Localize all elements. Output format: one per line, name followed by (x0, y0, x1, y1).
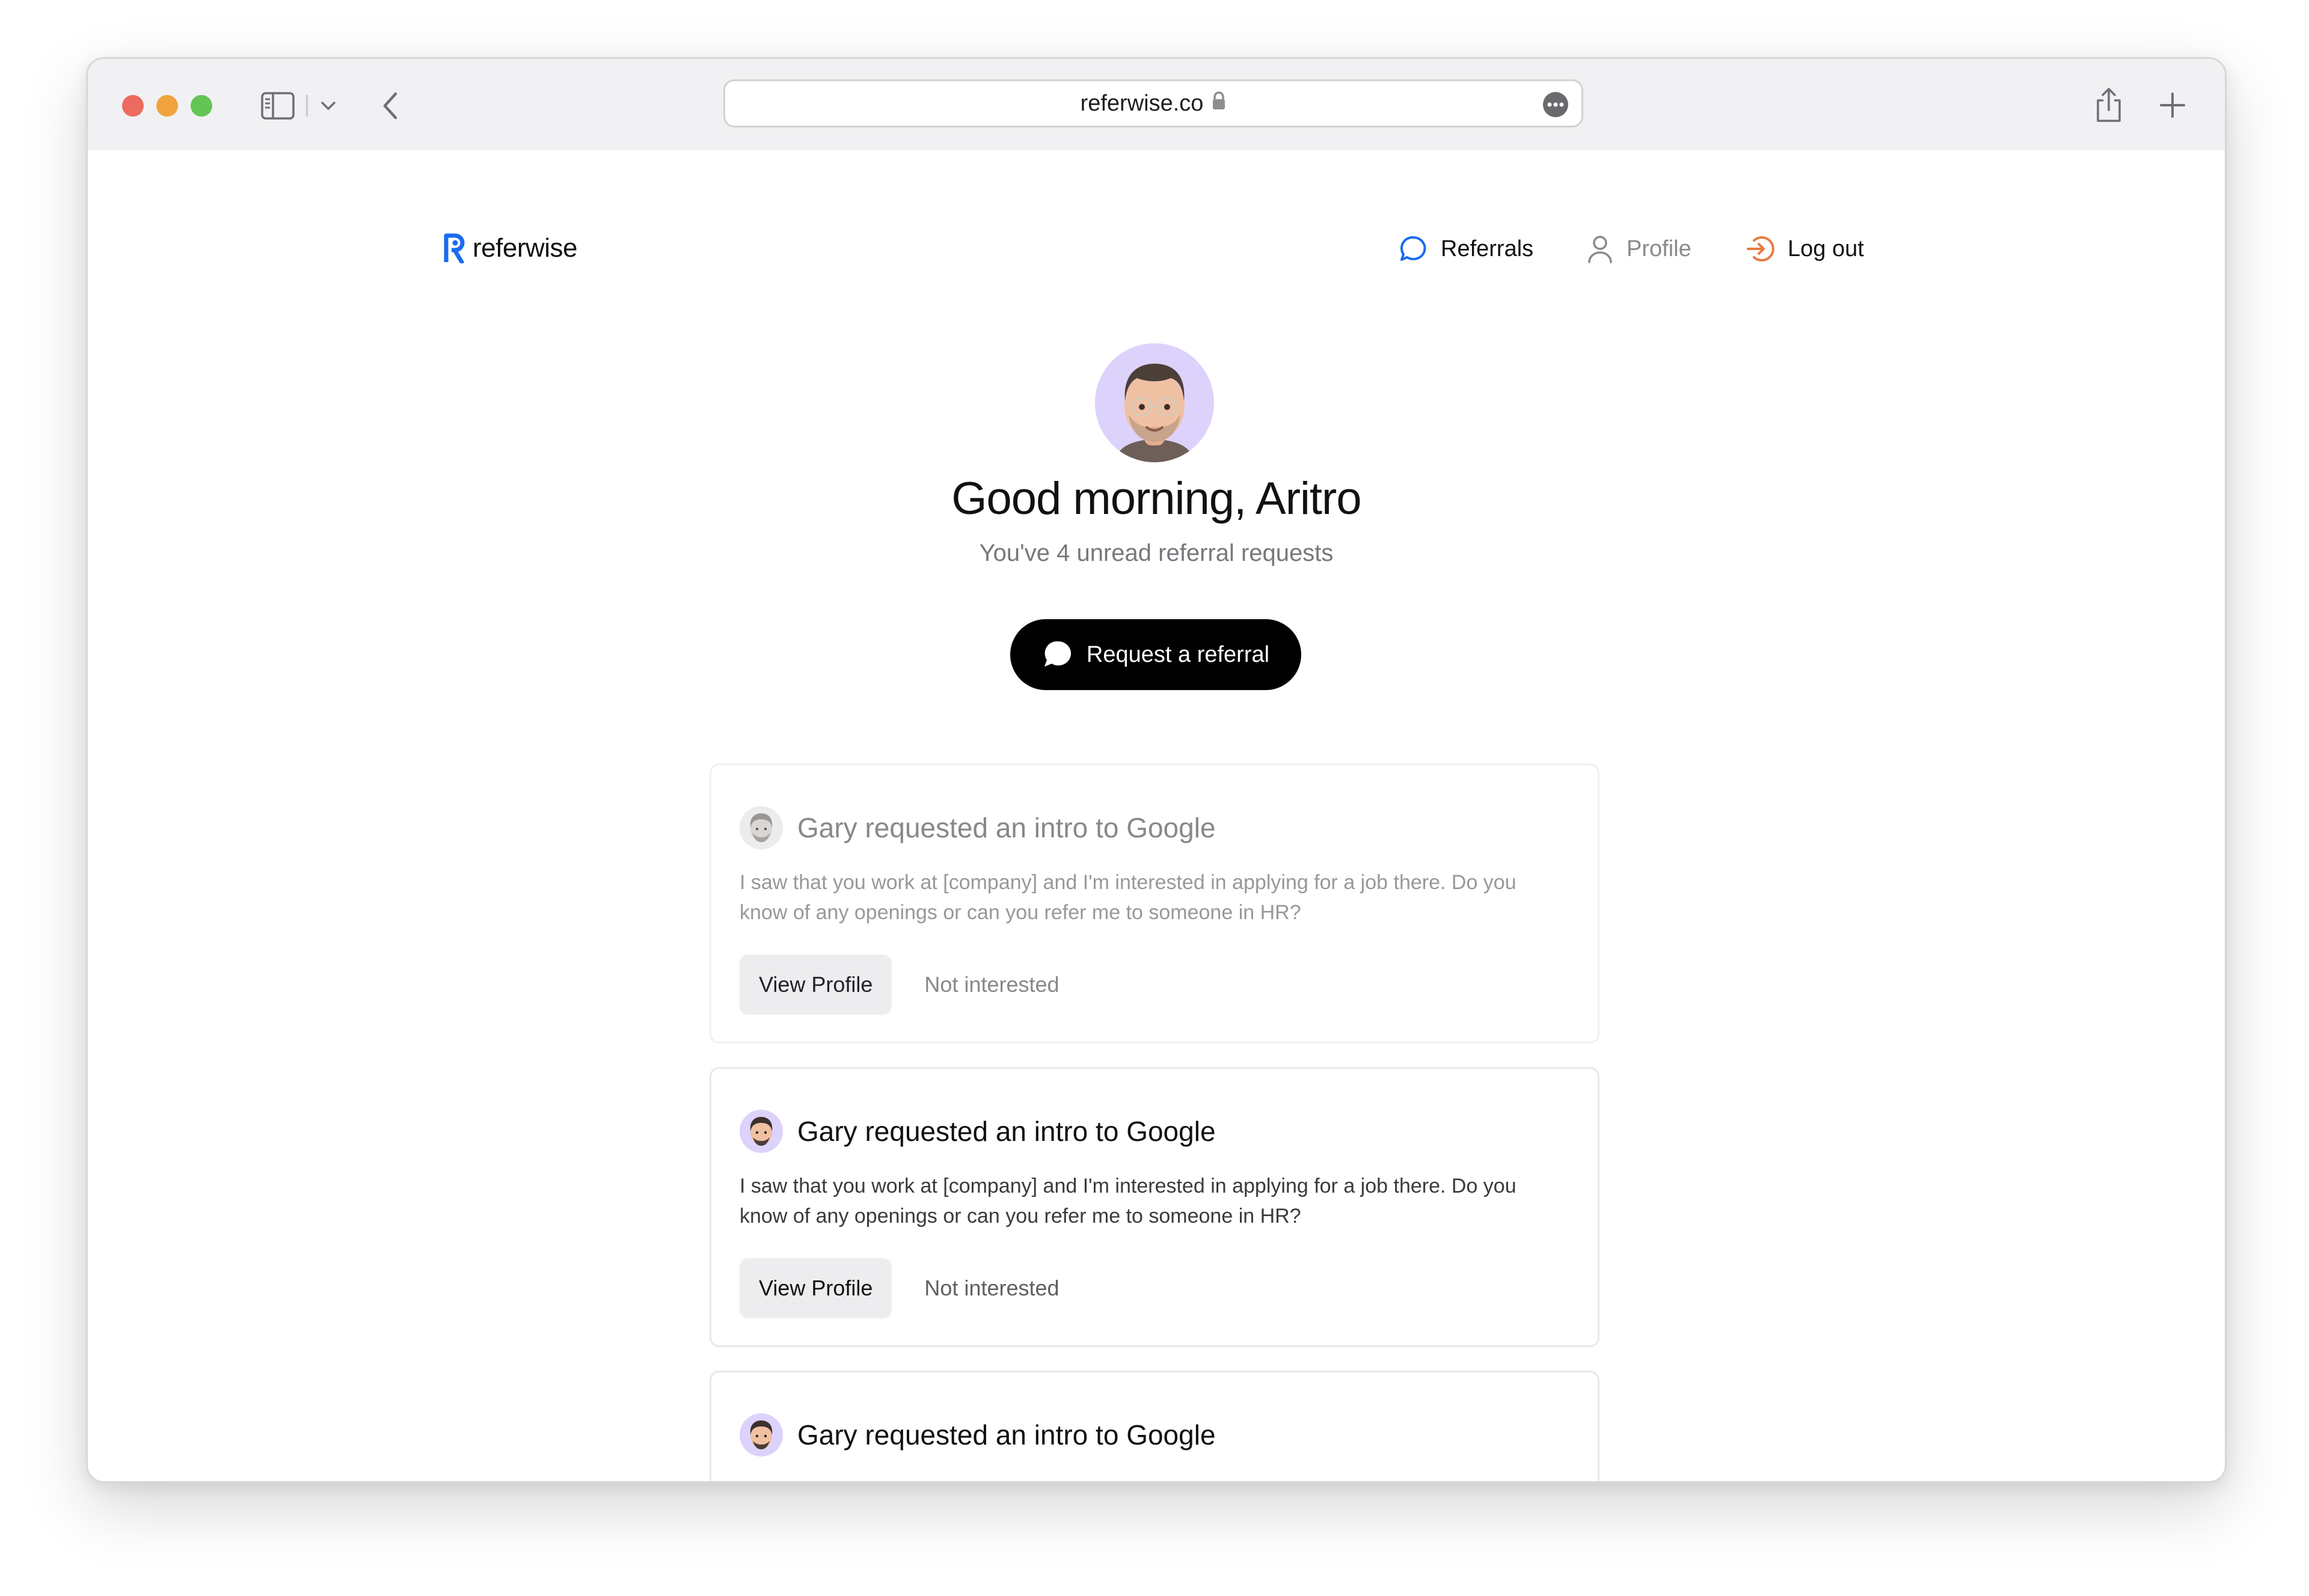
request-referral-button[interactable]: Request a referral (1010, 619, 1301, 690)
request-title: Gary requested an intro to Google (797, 1116, 1216, 1147)
plus-icon[interactable] (2155, 88, 2190, 123)
nav-profile-label: Profile (1627, 236, 1691, 261)
referral-request-card: Gary requested an intro to Google (710, 1371, 1599, 1481)
sidebar-icon[interactable] (261, 89, 295, 123)
nav-referrals-label: Referrals (1441, 236, 1534, 261)
request-message: I saw that you work at [company] and I'm… (740, 871, 1516, 924)
request-message: I saw that you work at [company] and I'm… (740, 1175, 1516, 1228)
nav-referrals[interactable]: Referrals (1399, 234, 1533, 263)
chevron-down-icon[interactable] (316, 94, 340, 118)
url-text: referwise.co (1080, 90, 1204, 116)
view-profile-button[interactable]: View Profile (740, 1258, 892, 1318)
requester-avatar[interactable] (740, 806, 783, 849)
brand-logo[interactable]: referwise (443, 233, 578, 263)
browser-toolbar: referwise.co (88, 59, 2225, 151)
nav-logout-label: Log out (1788, 236, 1864, 261)
request-title: Gary requested an intro to Google (797, 1419, 1216, 1451)
unread-summary: You've 4 unread referral requests (979, 540, 1334, 566)
chat-bubble-icon (1044, 641, 1071, 667)
browser-window: referwise.co referwise Referrals Profile… (86, 57, 2227, 1483)
request-title: Gary requested an intro to Google (797, 812, 1216, 843)
referral-request-card: Gary requested an intro to Google I saw … (710, 763, 1599, 1044)
chat-bubble-icon (1400, 236, 1426, 261)
requester-avatar[interactable] (740, 1110, 783, 1153)
page-content: referwise Referrals Profile Log out Good… (88, 150, 2225, 1481)
request-referral-label: Request a referral (1086, 641, 1270, 667)
nav-logout[interactable]: Log out (1746, 234, 1864, 263)
nav-profile[interactable]: Profile (1587, 234, 1691, 263)
address-bar[interactable]: referwise.co (723, 79, 1583, 127)
lock-icon (1212, 91, 1226, 117)
not-interested-button[interactable]: Not interested (924, 1276, 1059, 1301)
logo-text: referwise (473, 233, 578, 263)
more-icon[interactable] (1543, 92, 1568, 117)
toolbar-divider (306, 95, 308, 117)
referwise-logo-icon (444, 233, 465, 263)
referral-request-card: Gary requested an intro to Google I saw … (710, 1067, 1599, 1347)
zoom-window-button[interactable] (191, 95, 212, 117)
logout-icon (1747, 236, 1774, 261)
share-icon[interactable] (2090, 85, 2127, 125)
greeting-heading: Good morning, Aritro (951, 473, 1361, 524)
back-arrow-icon[interactable] (372, 88, 408, 124)
view-profile-button[interactable]: View Profile (740, 955, 892, 1015)
close-window-button[interactable] (122, 95, 144, 117)
minimize-window-button[interactable] (156, 95, 178, 117)
user-icon (1588, 236, 1612, 263)
user-avatar[interactable] (1095, 343, 1214, 462)
not-interested-button[interactable]: Not interested (924, 972, 1059, 997)
requester-avatar[interactable] (740, 1413, 783, 1457)
